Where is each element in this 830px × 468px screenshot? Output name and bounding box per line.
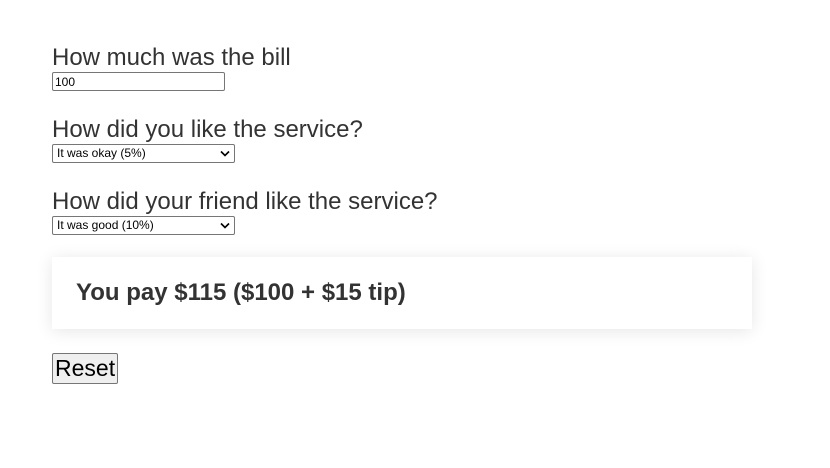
friend-service-select[interactable]: It was good (10%) [52, 216, 235, 235]
friend-service-label: How did your friend like the service? [52, 188, 438, 215]
friend-service-select-value: It was good (10%) [57, 218, 154, 232]
service-select[interactable]: It was okay (5%) [52, 144, 235, 163]
tip-calculator: How much was the bill How did you like t… [52, 44, 752, 384]
reset-button[interactable]: Reset [52, 353, 119, 384]
chevron-down-icon [220, 222, 230, 229]
friend-service-field: How did your friend like the service? It… [52, 188, 752, 235]
chevron-down-icon [220, 150, 230, 157]
service-field: How did you like the service? It was oka… [52, 116, 752, 163]
result-card: You pay $115 ($100 + $15 tip) [52, 257, 752, 329]
bill-label: How much was the bill [52, 44, 291, 71]
service-select-value: It was okay (5%) [57, 146, 146, 160]
result-text: You pay $115 ($100 + $15 tip) [76, 279, 406, 306]
service-label: How did you like the service? [52, 116, 363, 143]
bill-field: How much was the bill [52, 44, 752, 91]
bill-input[interactable] [52, 72, 225, 91]
